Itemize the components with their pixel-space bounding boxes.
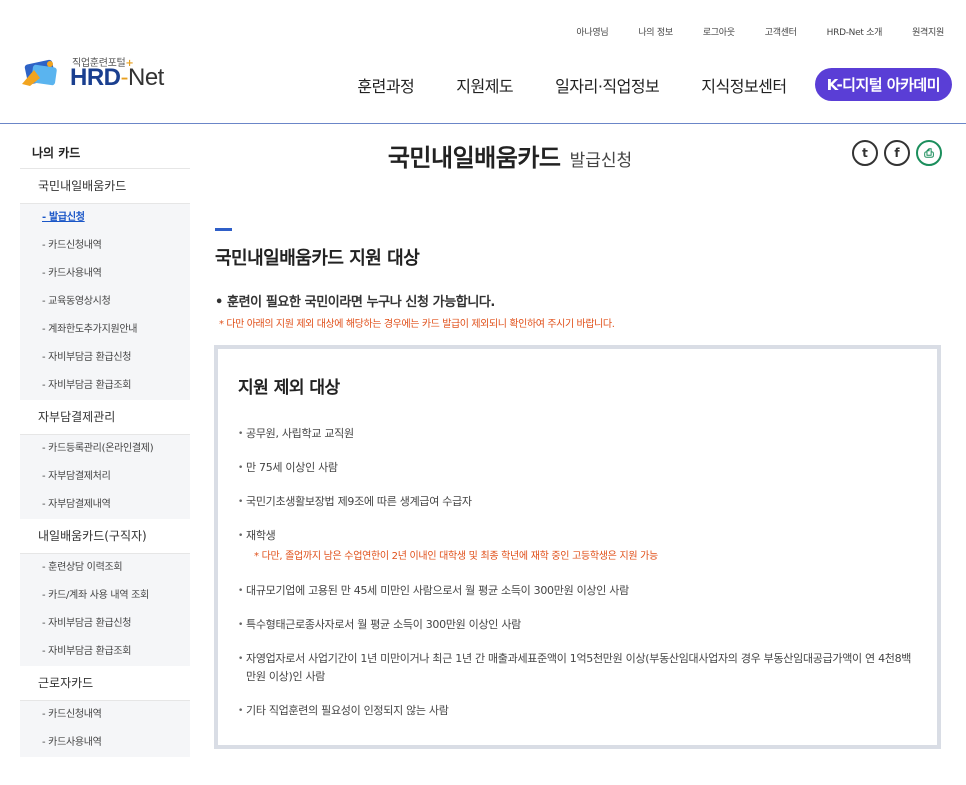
- sidebar-item-card-applications[interactable]: - 카드신청내역: [20, 232, 190, 260]
- list-item: 자영업자로서 사업기간이 1년 미만이거나 최근 1년 간 매출과세표준액이 1…: [238, 650, 917, 686]
- util-customer-center[interactable]: 고객센터: [765, 25, 797, 38]
- page-title-main: 국민내일배움카드: [387, 144, 561, 172]
- sidebar-title: 나의 카드: [20, 137, 190, 169]
- logo-mark-icon: [22, 59, 57, 86]
- util-my-info[interactable]: 나의 정보: [638, 25, 673, 38]
- exclusion-list: 공무원, 사립학교 교직원 만 75세 이상인 사람 국민기초생활보장법 제9조…: [238, 425, 917, 720]
- facebook-icon[interactable]: f: [884, 140, 910, 166]
- list-item: 공무원, 사립학교 교직원: [238, 425, 917, 443]
- twitter-icon[interactable]: t: [852, 140, 878, 166]
- site-header: 아나영님 나의 정보 로그아웃 고객센터 HRD-Net 소개 원격지원 직업훈…: [0, 0, 966, 124]
- sidebar-item-payment-history[interactable]: - 자부담결제내역: [20, 491, 190, 519]
- student-exception-note: * 다만, 졸업까지 남은 수업연한이 2년 이내인 대학생 및 최종 학년에 …: [254, 551, 658, 562]
- logo-wordmark: HRD-Net: [70, 64, 164, 91]
- util-logout[interactable]: 로그아웃: [703, 25, 735, 38]
- sidebar-group-self-payment[interactable]: 자부담결제관리: [20, 400, 190, 435]
- section-accent-bar: [215, 228, 232, 231]
- exclusion-box: 지원 제외 대상 공무원, 사립학교 교직원 만 75세 이상인 사람 국민기초…: [214, 345, 941, 749]
- sidebar-submenu-jobseeker-card: - 훈련상담 이력조회 - 카드/계좌 사용 내역 조회 - 자비부담금 환급신…: [20, 554, 190, 666]
- sidebar-item-js-refund-apply[interactable]: - 자비부담금 환급신청: [20, 610, 190, 638]
- list-item: 국민기초생활보장법 제9조에 따른 생계급여 수급자: [238, 493, 917, 511]
- util-remote-support[interactable]: 원격지원: [912, 25, 944, 38]
- page-title: 국민내일배움카드 발급신청: [190, 138, 830, 173]
- sidebar-group-national-card[interactable]: 국민내일배움카드: [20, 169, 190, 204]
- sidebar-item-limit-extension[interactable]: - 계좌한도추가지원안내: [20, 316, 190, 344]
- exclusion-note: * 다만 아래의 지원 제외 대상에 해당하는 경우에는 카드 발급이 제외되니…: [219, 319, 615, 330]
- section-title: 국민내일배움카드 지원 대상: [215, 248, 420, 269]
- sidebar-item-counsel-history[interactable]: - 훈련상담 이력조회: [20, 554, 190, 582]
- nav-jobs-info[interactable]: 일자리·직업정보: [555, 73, 660, 97]
- list-item: 재학생* 다만, 졸업까지 남은 수업연한이 2년 이내인 대학생 및 최종 학…: [238, 527, 917, 566]
- nav-knowledge-center[interactable]: 지식정보센터: [701, 73, 787, 97]
- page-title-sub: 발급신청: [569, 151, 633, 171]
- nav-k-digital-academy[interactable]: K-디지털 아카데미: [814, 68, 952, 101]
- print-icon[interactable]: ⎙: [916, 140, 942, 166]
- list-item: 만 75세 이상인 사람: [238, 459, 917, 477]
- sidebar: 나의 카드 국민내일배움카드 - 발급신청 - 카드신청내역 - 카드사용내역 …: [20, 137, 190, 757]
- sidebar-item-apply[interactable]: - 발급신청: [20, 204, 190, 232]
- main-nav: 훈련과정 지원제도 일자리·직업정보 지식정보센터 K-디지털 아카데미: [315, 68, 952, 101]
- sidebar-submenu-national-card: - 발급신청 - 카드신청내역 - 카드사용내역 - 교육동영상시청 - 계좌한…: [20, 204, 190, 400]
- site-logo[interactable]: 직업훈련포털+ HRD-Net: [20, 52, 180, 96]
- list-item: 기타 직업훈련의 필요성이 인정되지 않는 사람: [238, 702, 917, 720]
- lead-text: • 훈련이 필요한 국민이라면 누구나 신청 가능합니다.: [215, 295, 495, 310]
- exclusion-box-title: 지원 제외 대상: [238, 378, 340, 398]
- sidebar-item-card-registration[interactable]: - 카드등록관리(온라인결제): [20, 435, 190, 463]
- sidebar-item-edu-video[interactable]: - 교육동영상시청: [20, 288, 190, 316]
- sidebar-item-usage-lookup[interactable]: - 카드/계좌 사용 내역 조회: [20, 582, 190, 610]
- nav-support-programs[interactable]: 지원제도: [456, 73, 513, 97]
- sidebar-item-refund-apply[interactable]: - 자비부담금 환급신청: [20, 344, 190, 372]
- sidebar-submenu-self-payment: - 카드등록관리(온라인결제) - 자부담결제처리 - 자부담결제내역: [20, 435, 190, 519]
- list-item: 대규모기업에 고용된 만 45세 미만인 사람으로서 월 평균 소득이 300만…: [238, 582, 917, 600]
- share-buttons: t f ⎙: [852, 140, 942, 166]
- util-hrd-intro[interactable]: HRD-Net 소개: [827, 25, 883, 38]
- sidebar-item-worker-applications[interactable]: - 카드신청내역: [20, 701, 190, 729]
- sidebar-item-worker-usage[interactable]: - 카드사용내역: [20, 729, 190, 757]
- nav-training-courses[interactable]: 훈련과정: [357, 73, 414, 97]
- util-user-name[interactable]: 아나영님: [576, 25, 608, 38]
- sidebar-item-js-refund-status[interactable]: - 자비부담금 환급조회: [20, 638, 190, 666]
- sidebar-submenu-worker-card: - 카드신청내역 - 카드사용내역: [20, 701, 190, 757]
- sidebar-group-worker-card[interactable]: 근로자카드: [20, 666, 190, 701]
- utility-nav: 아나영님 나의 정보 로그아웃 고객센터 HRD-Net 소개 원격지원: [546, 25, 944, 38]
- sidebar-item-refund-status[interactable]: - 자비부담금 환급조회: [20, 372, 190, 400]
- sidebar-item-card-usage[interactable]: - 카드사용내역: [20, 260, 190, 288]
- sidebar-group-jobseeker-card[interactable]: 내일배움카드(구직자): [20, 519, 190, 554]
- list-item: 특수형태근로종사자로서 월 평균 소득이 300만원 이상인 사람: [238, 616, 917, 634]
- sidebar-item-payment-process[interactable]: - 자부담결제처리: [20, 463, 190, 491]
